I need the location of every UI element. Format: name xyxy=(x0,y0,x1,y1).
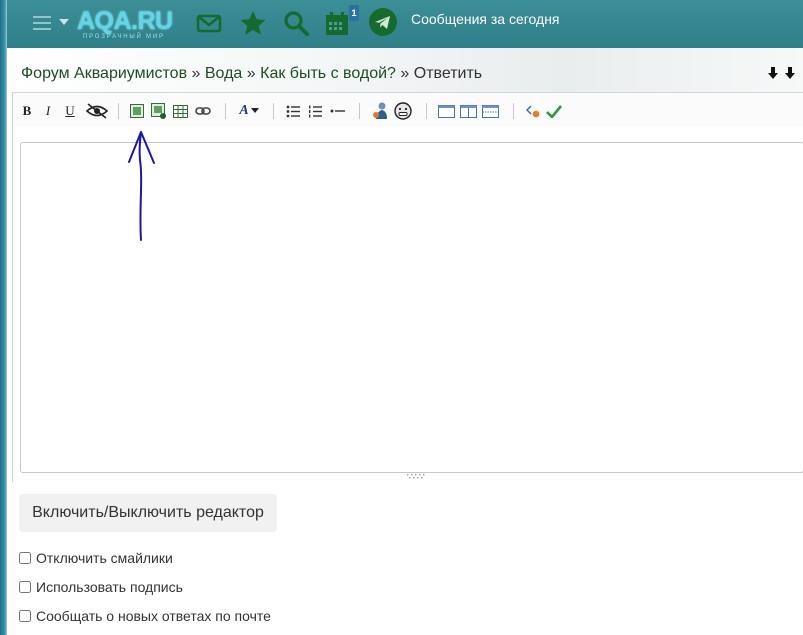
editor-toolbar: B I U A xyxy=(13,93,803,127)
left-edge-strip xyxy=(0,0,7,635)
toggle-editor-button[interactable]: Включить/Выключить редактор xyxy=(19,494,277,532)
option-email-notify[interactable]: Сообщать о новых ответах по почте xyxy=(19,607,271,625)
email-notify-checkbox[interactable] xyxy=(19,610,31,622)
chevron-down-icon xyxy=(250,108,259,113)
underline-button[interactable]: U xyxy=(64,102,76,120)
breadcrumb: Форум Аквариумистов » Вода » Как быть с … xyxy=(21,65,482,83)
menu-icon[interactable] xyxy=(33,16,51,30)
collapse-arrows[interactable] xyxy=(767,66,799,83)
down-arrows-icon[interactable] xyxy=(767,66,799,80)
search-icon[interactable] xyxy=(282,9,310,37)
font-icon[interactable]: A xyxy=(237,102,261,120)
editor-panel: B I U A xyxy=(12,92,803,482)
image-icon[interactable] xyxy=(129,102,145,120)
option-label: Отключить смайлики xyxy=(36,550,173,566)
resize-handle[interactable] xyxy=(407,472,427,482)
breadcrumb-band: Форум Аквариумистов » Вода » Как быть с … xyxy=(7,48,803,92)
mail-icon[interactable] xyxy=(195,9,223,37)
option-disable-smilies[interactable]: Отключить смайлики xyxy=(19,549,173,567)
check-icon[interactable] xyxy=(545,102,563,120)
layout-2-icon[interactable] xyxy=(459,102,477,120)
breadcrumb-separator: » xyxy=(246,65,261,82)
numbered-list-icon[interactable] xyxy=(307,102,323,120)
hide-icon[interactable] xyxy=(85,102,109,120)
breadcrumb-separator: » xyxy=(400,65,414,82)
breadcrumb-topic[interactable]: Как быть с водой? xyxy=(260,65,396,82)
quote-icon[interactable] xyxy=(371,102,389,120)
site-logo[interactable]: AQA.RU прозрачный мир xyxy=(77,8,187,42)
option-use-signature[interactable]: Использовать подпись xyxy=(19,578,183,596)
hr-icon[interactable] xyxy=(329,102,345,120)
use-signature-checkbox[interactable] xyxy=(19,581,31,593)
star-icon[interactable] xyxy=(239,9,267,37)
layout-3-icon[interactable] xyxy=(481,102,499,120)
code-icon[interactable] xyxy=(525,102,541,120)
bold-button[interactable]: B xyxy=(21,102,33,120)
calendar-icon[interactable] xyxy=(323,9,351,37)
message-textarea[interactable] xyxy=(20,142,803,473)
disable-smilies-checkbox[interactable] xyxy=(19,552,31,564)
page: AQA.RU прозрачный мир 1 Сообщения за сег… xyxy=(0,0,803,635)
option-label: Использовать подпись xyxy=(36,579,183,595)
breadcrumb-current: Ответить xyxy=(413,65,483,82)
today-messages-link[interactable]: Сообщения за сегодня xyxy=(411,11,560,27)
logo-text: AQA.RU xyxy=(77,7,173,35)
breadcrumb-water[interactable]: Вода xyxy=(205,65,242,82)
table-icon[interactable] xyxy=(172,102,188,120)
image-upload-icon[interactable] xyxy=(150,102,168,120)
bullet-list-icon[interactable] xyxy=(285,102,301,120)
breadcrumb-forum[interactable]: Форум Аквариумистов xyxy=(21,65,187,82)
smiley-icon[interactable] xyxy=(393,102,413,120)
option-label: Сообщать о новых ответах по почте xyxy=(36,608,271,624)
calendar-badge: 1 xyxy=(349,5,359,21)
chevron-down-icon[interactable] xyxy=(59,19,69,25)
italic-button[interactable]: I xyxy=(42,102,54,120)
logo-subtitle: прозрачный мир xyxy=(83,34,165,40)
drag-dots-icon xyxy=(407,474,425,479)
font-label: A xyxy=(239,103,249,118)
layout-1-icon[interactable] xyxy=(437,102,455,120)
top-bar: AQA.RU прозрачный мир 1 Сообщения за сег… xyxy=(7,0,803,48)
breadcrumb-separator: » xyxy=(191,65,205,82)
link-icon[interactable] xyxy=(194,102,212,120)
telegram-icon[interactable] xyxy=(369,8,397,36)
